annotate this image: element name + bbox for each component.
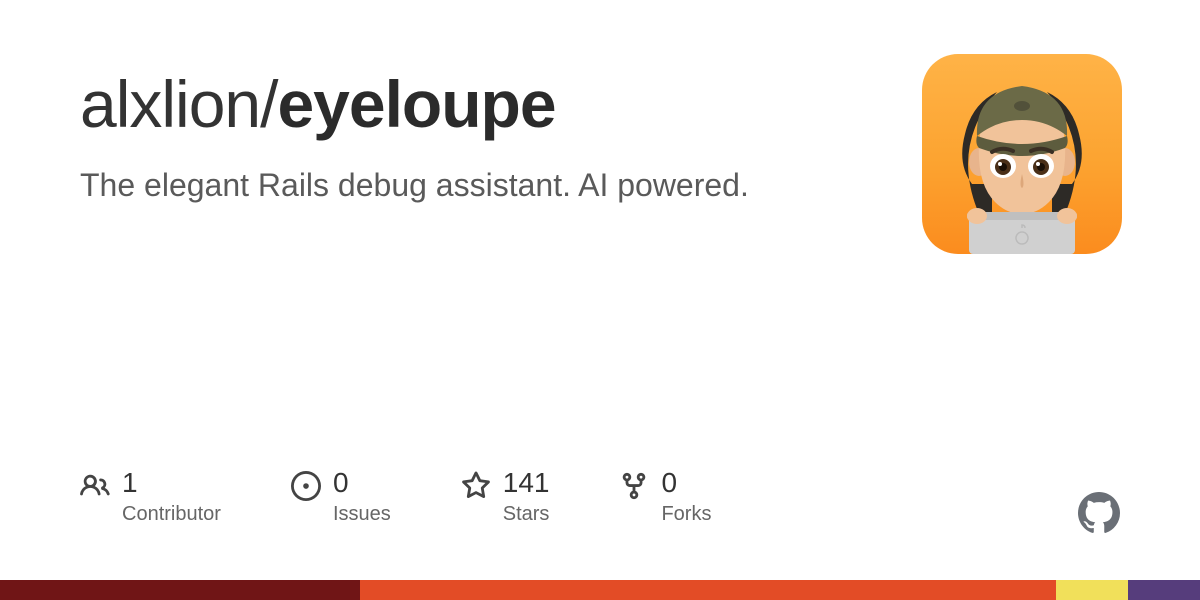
language-segment (0, 580, 360, 600)
contributors-count: 1 (122, 469, 221, 497)
stars-label: Stars (503, 503, 550, 526)
stats-row: 1 Contributor 0 Issues 141 Stars (80, 469, 711, 526)
language-segment (360, 580, 1056, 600)
stat-forks: 0 Forks (619, 469, 711, 526)
path-separator: / (260, 67, 277, 141)
star-icon (461, 471, 491, 501)
language-segment (1128, 580, 1200, 600)
repo-name: eyeloupe (277, 67, 555, 141)
forks-label: Forks (661, 503, 711, 526)
issues-label: Issues (333, 503, 391, 526)
owner-avatar (922, 54, 1122, 254)
stat-issues: 0 Issues (291, 469, 391, 526)
owner-name: alxlion (80, 67, 260, 141)
contributors-label: Contributor (122, 503, 221, 526)
language-bar (0, 580, 1200, 600)
stat-contributors: 1 Contributor (80, 469, 221, 526)
forks-count: 0 (661, 469, 711, 497)
repo-social-card: alxlion/eyeloupe The elegant Rails debug… (0, 0, 1200, 600)
issues-count: 0 (333, 469, 391, 497)
stars-count: 141 (503, 469, 550, 497)
stat-stars: 141 Stars (461, 469, 550, 526)
github-logo-icon (1078, 492, 1120, 534)
memoji-technologist-icon (937, 64, 1107, 254)
issues-icon (291, 471, 321, 501)
language-segment (1056, 580, 1128, 600)
fork-icon (619, 471, 649, 501)
people-icon (80, 471, 110, 501)
